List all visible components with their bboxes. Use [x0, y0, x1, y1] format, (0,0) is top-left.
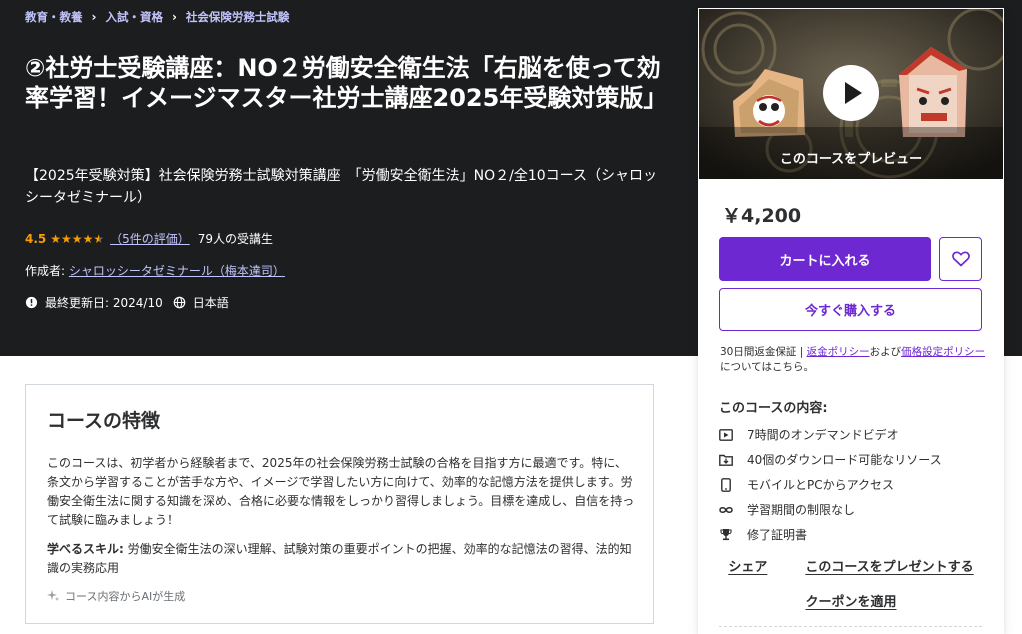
buy-now-button[interactable]: 今すぐ購入する [719, 288, 982, 331]
coupon-divider [719, 626, 982, 627]
course-language: 日本語 [192, 296, 229, 310]
includes-item: モバイルとPCからアクセス [719, 472, 942, 497]
features-description: このコースは、初学者から経験者まで、2025年の社会保険労務士試験の合格を目指す… [47, 456, 635, 527]
half-star-icon: ★ [93, 231, 105, 246]
breadcrumb-item[interactable]: 社会保険労務士試験 [186, 9, 290, 25]
includes-text: 修了証明書 [747, 528, 808, 542]
policy-and: および [869, 346, 902, 358]
breadcrumb-item[interactable]: 教育・教養 [25, 9, 83, 25]
action-links: シェア このコースをプレゼントする [698, 556, 1004, 575]
includes-text: 40個のダウンロード可能なリソース [747, 453, 942, 467]
course-price: ￥4,200 [722, 205, 802, 227]
add-to-cart-button[interactable]: カートに入れる [719, 237, 931, 281]
chevron-right-icon: › [91, 10, 97, 24]
rating-row: 4.5 ★ ★ ★ ★ ★ （5件の評価） 79人の受講生 [25, 230, 273, 247]
ai-generated-note: コース内容からAIが生成 [47, 588, 185, 604]
star-icon: ★ [82, 231, 94, 246]
heart-icon [951, 251, 970, 267]
alert-badge-icon [25, 296, 38, 309]
student-count: 79人の受講生 [197, 232, 274, 246]
policy-suffix: についてはこちら。 [720, 361, 814, 373]
refund-policy-note: 30日間返金保証 | 返金ポリシーおよび価格設定ポリシーについてはこちら。 [720, 345, 986, 375]
trophy-icon [719, 528, 733, 542]
mobile-icon [719, 477, 733, 492]
breadcrumb: 教育・教養 › 入試・資格 › 社会保険労務士試験 [25, 9, 289, 25]
includes-item: 40個のダウンロード可能なリソース [719, 447, 942, 472]
course-preview[interactable]: このコースをプレビュー [699, 9, 1003, 179]
gift-course-link[interactable]: このコースをプレゼントする [805, 556, 973, 575]
infinity-icon [719, 503, 733, 517]
star-icon: ★ [71, 231, 83, 246]
includes-list: 7時間のオンデマンドビデオ 40個のダウンロード可能なリソース モバイルとPCか… [719, 422, 942, 547]
course-title: ②社労士受験講座：NO２労働安全衛生法「右脳を使って効率学習！イメージマスター社… [25, 54, 668, 112]
star-icon: ★ [50, 231, 62, 246]
author-row: 作成者: シャロッシータゼミナール（梅本達司） [25, 262, 285, 279]
last-updated: 最終更新日: 2024/10 [45, 296, 163, 310]
wishlist-button[interactable] [939, 237, 982, 281]
includes-title: このコースの内容: [719, 401, 828, 416]
policy-prefix: 30日間返金保証 | [720, 346, 807, 358]
sparkle-icon [47, 590, 59, 601]
includes-text: 学習期間の制限なし [747, 503, 856, 517]
includes-text: 7時間のオンデマンドビデオ [747, 428, 899, 442]
skills-label: 学べるスキル: [47, 542, 124, 556]
ai-note-text: コース内容からAIが生成 [65, 590, 186, 603]
download-icon [719, 453, 733, 467]
rating-number: 4.5 [25, 231, 47, 246]
features-skills: 学べるスキル: 労働安全衛生法の深い理解、試験対策の重要ポイントの把握、効率的な… [47, 540, 637, 578]
reviews-link[interactable]: （5件の評価） [110, 230, 190, 247]
star-icon: ★ [61, 231, 72, 246]
pricing-policy-link[interactable]: 価格設定ポリシー [901, 346, 985, 358]
features-title: コースの特徴 [47, 410, 161, 432]
purchase-card: このコースをプレビュー ￥4,200 カートに入れる 今すぐ購入する 30日間返… [698, 8, 1004, 634]
globe-icon [173, 296, 186, 309]
refund-policy-link[interactable]: 返金ポリシー [807, 346, 870, 358]
play-button[interactable] [823, 65, 879, 121]
preview-caption: このコースをプレビュー [779, 152, 923, 167]
includes-item: 修了証明書 [719, 522, 942, 547]
includes-item: 7時間のオンデマンドビデオ [719, 422, 942, 447]
meta-row: 最終更新日: 2024/10 日本語 [25, 294, 229, 311]
rating-stars: ★ ★ ★ ★ ★ [50, 233, 104, 245]
chevron-right-icon: › [171, 10, 177, 24]
author-link[interactable]: シャロッシータゼミナール（梅本達司） [69, 264, 285, 278]
breadcrumb-item[interactable]: 入試・資格 [105, 9, 163, 25]
course-subtitle: 【2025年受験対策】社会保険労務士試験対策講座 「労働安全衛生法」NO２/全1… [25, 168, 657, 206]
includes-item: 学習期間の制限なし [719, 497, 942, 522]
author-label: 作成者: [25, 264, 66, 278]
video-icon [719, 428, 733, 442]
course-features-box: コースの特徴 このコースは、初学者から経験者まで、2025年の社会保険労務士試験… [25, 384, 654, 624]
apply-coupon-link[interactable]: クーポンを適用 [698, 591, 1004, 610]
share-link[interactable]: シェア [728, 556, 767, 575]
skills-text: 労働安全衛生法の深い理解、試験対策の重要ポイントの把握、効率的な記憶法の習得、法… [47, 542, 632, 575]
includes-text: モバイルとPCからアクセス [747, 478, 895, 492]
